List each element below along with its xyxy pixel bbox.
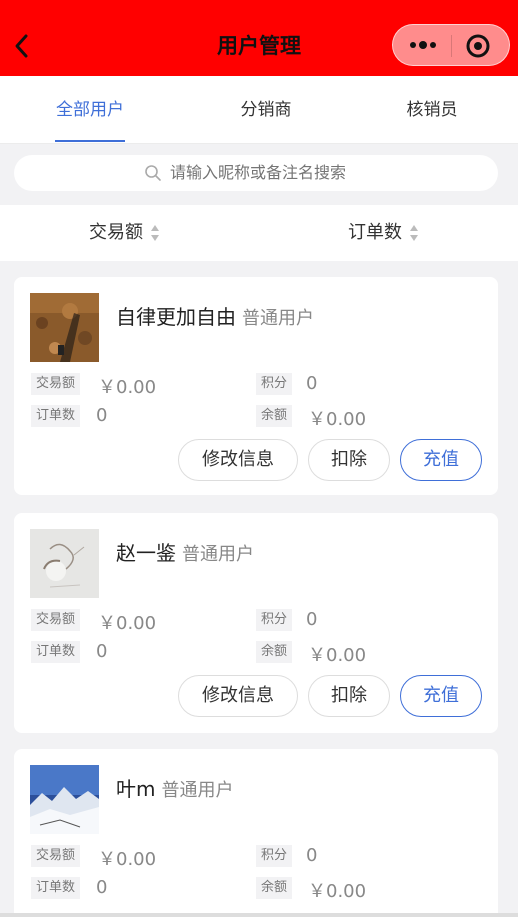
- orders-label: 订单数: [31, 641, 81, 663]
- more-dots-icon[interactable]: [409, 33, 437, 57]
- points-label: 积分: [256, 373, 293, 395]
- points-value: 0: [306, 845, 318, 866]
- tab-verifiers[interactable]: 核销员: [382, 76, 482, 144]
- target-icon[interactable]: [465, 33, 491, 59]
- active-tab-indicator: [55, 140, 125, 142]
- points-value: 0: [306, 373, 318, 394]
- orders-label: 订单数: [31, 877, 81, 899]
- user-name: 赵一鉴 普通用户: [116, 541, 254, 565]
- orders-value: 0: [96, 641, 108, 662]
- balance-label: 余额: [256, 641, 293, 663]
- trade-value: ￥0.00: [98, 377, 157, 398]
- recharge-button[interactable]: 充值: [400, 675, 482, 717]
- trade-value: ￥0.00: [98, 849, 157, 870]
- trade-label: 交易额: [31, 845, 81, 867]
- edit-info-button[interactable]: 修改信息: [178, 439, 298, 481]
- search-box[interactable]: [14, 155, 498, 191]
- sort-bar: 交易额 订单数: [0, 205, 518, 261]
- search-area: [0, 145, 518, 205]
- user-type: 普通用户: [182, 544, 254, 565]
- sort-arrows-icon: [410, 225, 418, 241]
- user-type-tabs: 全部用户 分销商 核销员: [0, 76, 518, 144]
- sort-label: 交易额: [89, 222, 143, 243]
- user-card: 叶m 普通用户 交易额 ￥0.00 积分 0 订单数 0 余额 ￥0.00: [14, 749, 498, 917]
- balance-value: ￥0.00: [308, 409, 367, 430]
- tab-distributors[interactable]: 分销商: [216, 76, 316, 144]
- search-input[interactable]: [170, 155, 470, 191]
- orders-value: 0: [96, 877, 108, 898]
- orders-value: 0: [96, 405, 108, 426]
- sort-arrows-icon: [151, 225, 159, 241]
- mini-program-capsule: [392, 24, 510, 66]
- sort-label: 订单数: [348, 222, 402, 243]
- points-value: 0: [306, 609, 318, 630]
- user-type: 普通用户: [242, 308, 314, 329]
- recharge-button[interactable]: 充值: [400, 439, 482, 481]
- user-name: 叶m 普通用户: [116, 777, 234, 801]
- balance-value: ￥0.00: [308, 645, 367, 666]
- nav-header: 用户管理: [0, 0, 518, 76]
- balance-value: ￥0.00: [308, 881, 367, 902]
- balance-label: 余额: [256, 405, 293, 427]
- user-card: 赵一鉴 普通用户 交易额 ￥0.00 积分 0 订单数 0 余额 ￥0.00 修改…: [14, 513, 498, 733]
- user-card: 自律更加自由 普通用户 交易额 ￥0.00 积分 0 订单数 0 余额 ￥0.00…: [14, 277, 498, 495]
- sort-by-trade[interactable]: 交易额: [89, 205, 161, 261]
- edit-info-button[interactable]: 修改信息: [178, 675, 298, 717]
- sort-by-orders[interactable]: 订单数: [348, 205, 420, 261]
- tab-all-users[interactable]: 全部用户: [40, 76, 140, 144]
- avatar: [30, 765, 99, 834]
- points-label: 积分: [256, 609, 293, 631]
- avatar: [30, 529, 99, 598]
- orders-label: 订单数: [31, 405, 81, 427]
- trade-value: ￥0.00: [98, 613, 157, 634]
- deduct-button[interactable]: 扣除: [308, 439, 390, 481]
- points-label: 积分: [256, 845, 293, 867]
- balance-label: 余额: [256, 877, 293, 899]
- trade-label: 交易额: [31, 373, 81, 395]
- user-name: 自律更加自由 普通用户: [116, 305, 314, 329]
- deduct-button[interactable]: 扣除: [308, 675, 390, 717]
- bottom-edge: [0, 913, 518, 917]
- trade-label: 交易额: [31, 609, 81, 631]
- search-icon: [145, 165, 161, 181]
- capsule-divider: [451, 35, 452, 57]
- user-type: 普通用户: [161, 780, 234, 801]
- avatar: [30, 293, 99, 362]
